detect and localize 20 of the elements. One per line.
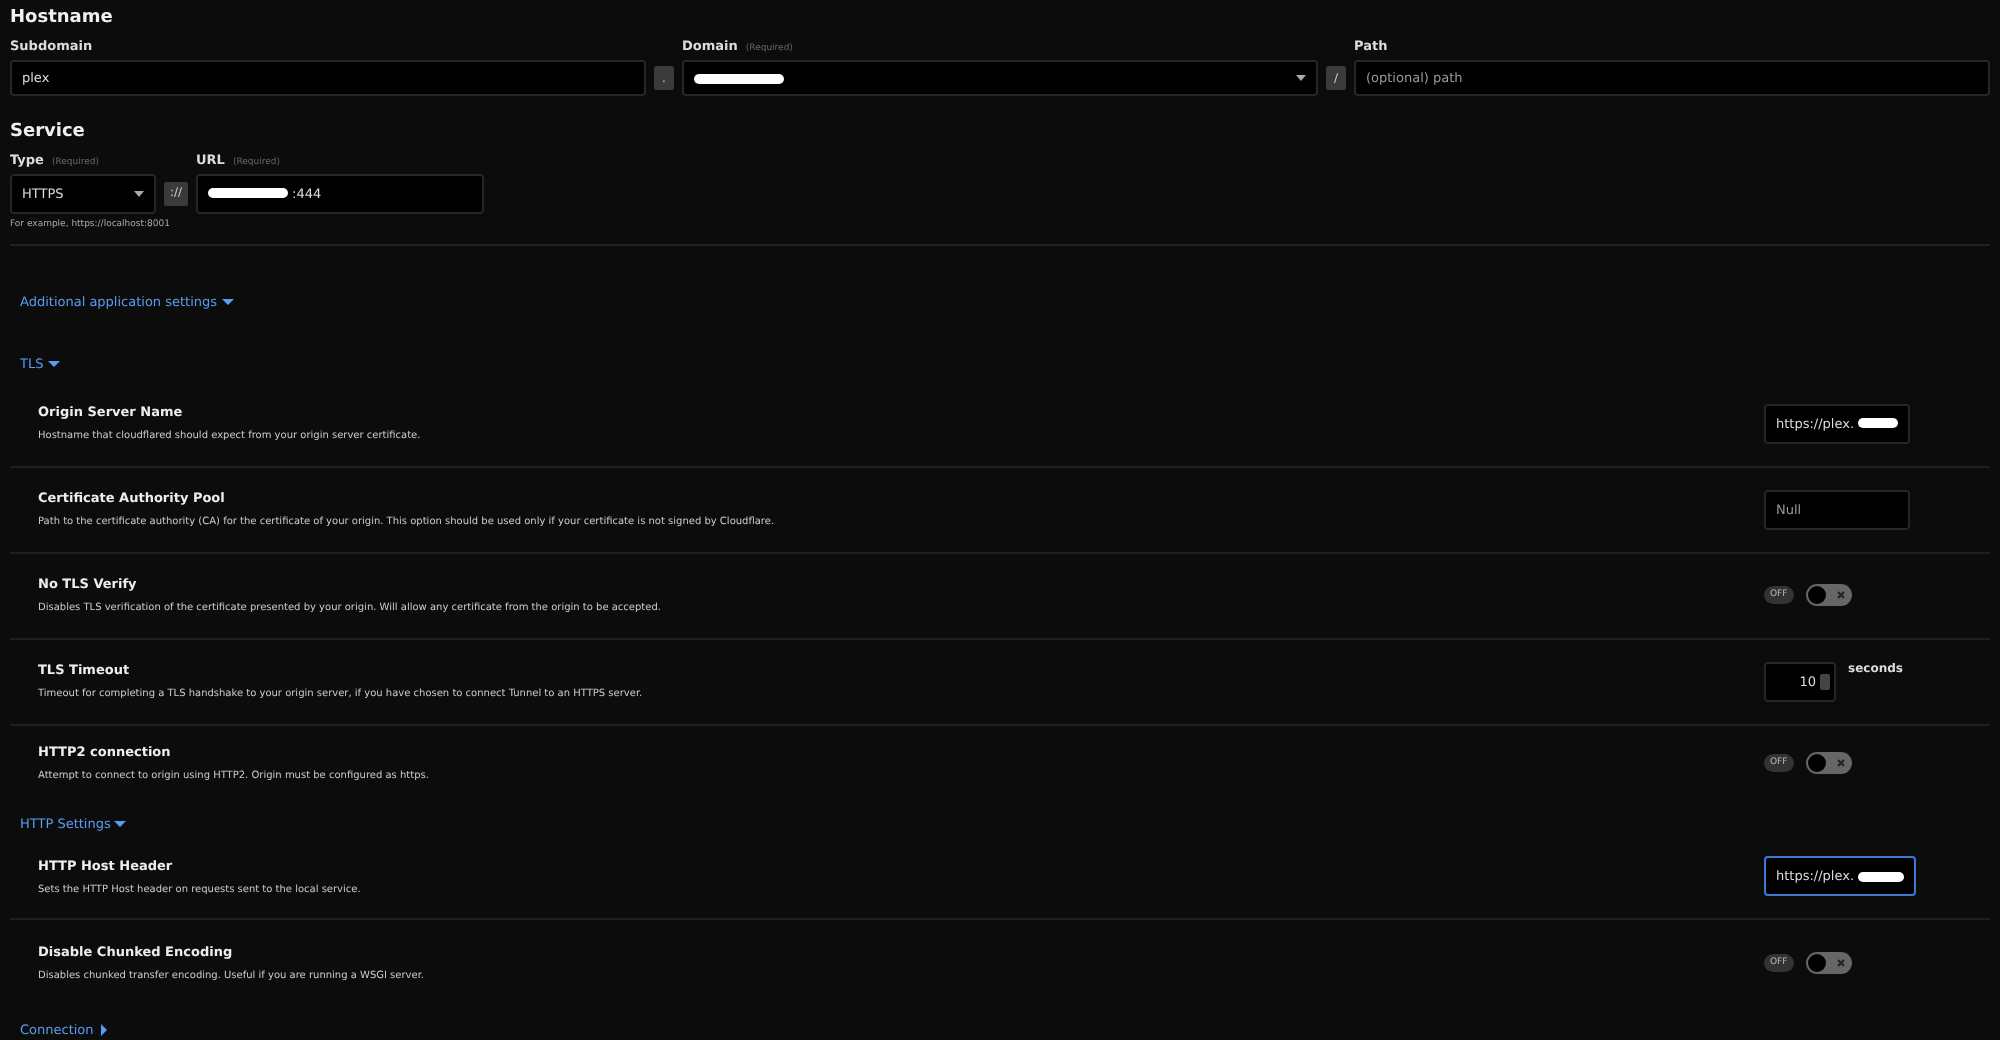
domain-select[interactable]: [682, 60, 1318, 96]
caret-down-icon: [221, 296, 234, 309]
x-icon: [1835, 590, 1846, 601]
redaction-mark: [208, 188, 288, 199]
section-title: Hostname: [10, 6, 115, 32]
dropdown-caret-icon: [134, 189, 144, 198]
caret-down-icon: [114, 818, 127, 831]
redaction-mark: [1858, 871, 1904, 882]
dropdown-caret-icon: [1296, 74, 1306, 82]
toggle-switch[interactable]: [1805, 752, 1852, 775]
redaction-mark: [694, 73, 784, 83]
toggle-switch[interactable]: [1805, 952, 1852, 975]
x-icon: [1835, 958, 1846, 969]
caret-down-icon: [47, 357, 60, 370]
spinner-icon: [1820, 673, 1830, 690]
caret-right-icon: [97, 1024, 110, 1037]
section-title: Service: [10, 119, 87, 146]
redaction-mark: [1858, 418, 1898, 429]
toggle-switch[interactable]: [1805, 584, 1852, 607]
x-icon: [1835, 758, 1846, 769]
